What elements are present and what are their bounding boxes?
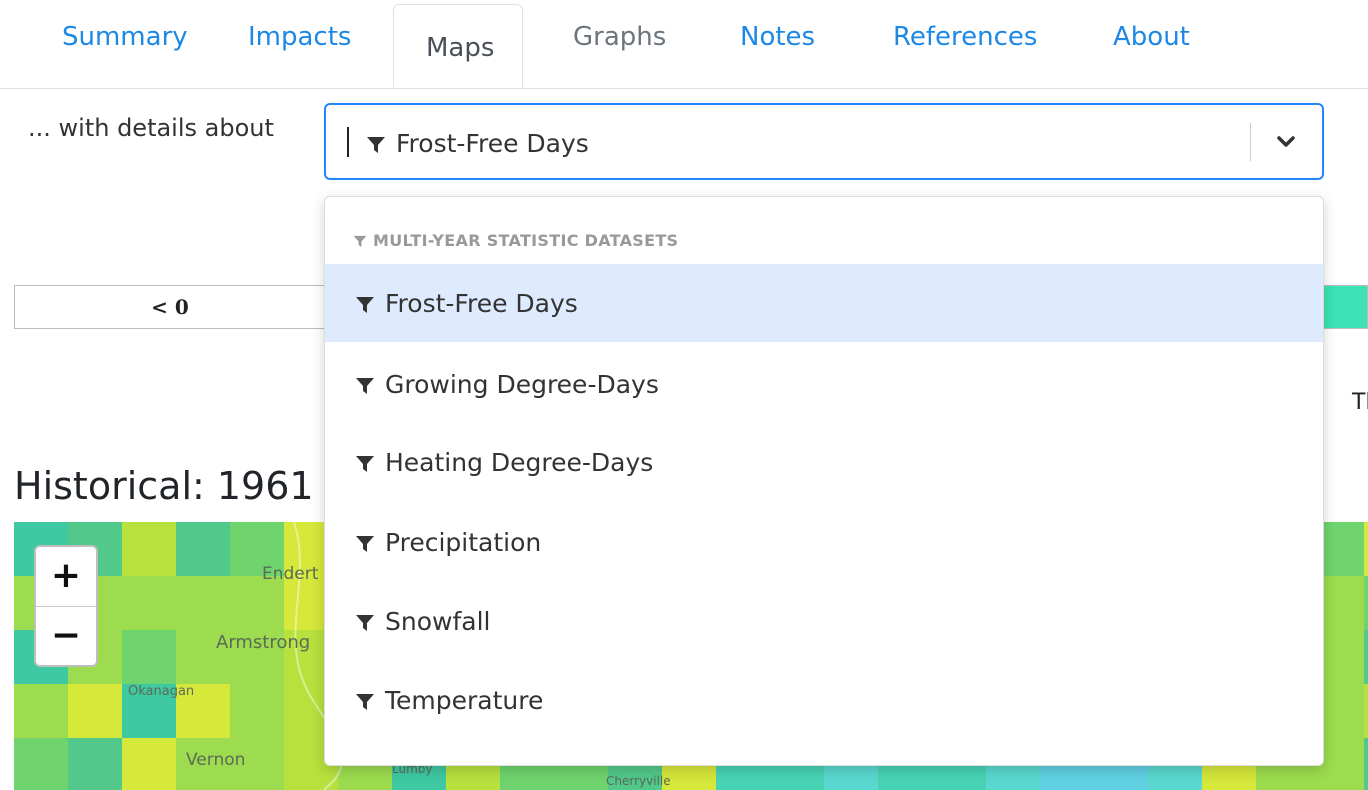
funnel-icon [366,136,386,154]
tab-summary[interactable]: Summary [62,22,188,52]
map-tile [176,522,230,576]
dataset-select-value: Frost-Free Days [366,129,589,158]
truncated-text: Th [1352,390,1368,415]
option-label: Growing Degree-Days [385,370,659,399]
funnel-icon [355,614,375,632]
map-tile [1364,630,1368,684]
indicator-separator [1250,123,1251,161]
map-tile [122,738,176,790]
map-tile [1364,738,1368,790]
map-place-label: Endert [262,564,319,584]
map-tile [1364,522,1368,576]
map-tile [68,684,122,738]
map-tile [68,738,122,790]
tab-impacts[interactable]: Impacts [248,22,351,52]
chevron-down-icon[interactable] [1266,121,1306,161]
funnel-icon [353,235,367,248]
dataset-select-text: Frost-Free Days [396,129,589,158]
map-tile [1364,684,1368,738]
funnel-icon [355,296,375,314]
map-tile [14,684,68,738]
option-heating-degree-days[interactable]: Heating Degree-Days [325,423,1323,501]
map-tile [230,684,284,738]
map-place-label: Vernon [186,750,246,770]
option-label: Heating Degree-Days [385,448,654,477]
option-snowfall[interactable]: Snowfall [325,582,1323,660]
dataset-dropdown-menu: MULTI-YEAR STATISTIC DATASETS Frost-Free… [324,196,1324,766]
zoom-out-button[interactable]: − [36,607,96,666]
dataset-select[interactable]: Frost-Free Days [324,103,1324,180]
map-tile [176,576,230,630]
zoom-control: + − [34,545,98,667]
tab-maps[interactable]: Maps [393,4,524,88]
zoom-in-button[interactable]: + [36,547,96,607]
option-label: Precipitation [385,528,542,557]
option-growing-degree-days[interactable]: Growing Degree-Days [325,345,1323,423]
map-place-label: Armstrong [216,632,311,653]
map-tile [14,738,68,790]
option-precipitation[interactable]: Precipitation [325,503,1323,581]
map-tile [122,576,176,630]
legend-bin-teal [1321,286,1367,328]
group-header: MULTI-YEAR STATISTIC DATASETS [353,231,678,250]
map-place-label: Okanagan [128,684,195,699]
tab-bar: Summary Impacts Maps Graphs Notes Refere… [0,0,1368,89]
text-cursor [347,127,349,157]
tab-references[interactable]: References [893,22,1037,52]
option-temperature[interactable]: Temperature [325,661,1323,739]
map-place-label: Cherryville [606,774,671,788]
funnel-icon [355,455,375,473]
funnel-icon [355,693,375,711]
map-heading: Historical: 1961 [14,464,314,508]
tab-notes[interactable]: Notes [740,22,815,52]
legend-bin-first: < 0 [151,295,189,319]
details-label: ... with details about [28,114,274,142]
map-tile [122,630,176,684]
tab-graphs[interactable]: Graphs [573,22,666,52]
option-label: Frost-Free Days [385,289,578,318]
group-header-text: MULTI-YEAR STATISTIC DATASETS [373,231,679,250]
map-tile [122,522,176,576]
map-tile [230,576,284,630]
tab-about[interactable]: About [1113,22,1190,52]
funnel-icon [355,377,375,395]
funnel-icon [355,535,375,553]
option-label: Temperature [385,686,544,715]
option-frost-free-days[interactable]: Frost-Free Days [325,264,1323,342]
option-label: Snowfall [385,607,491,636]
map-tile [1364,576,1368,630]
